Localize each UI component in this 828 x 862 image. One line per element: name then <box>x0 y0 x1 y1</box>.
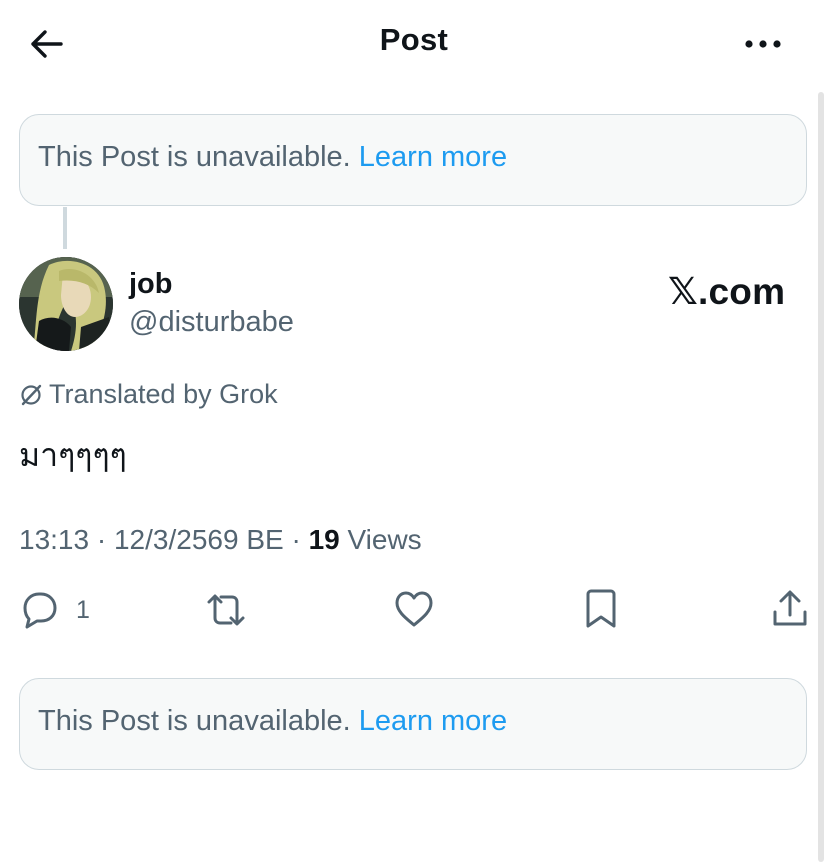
reply-count: 1 <box>76 596 90 624</box>
top-bar: Post <box>0 0 828 90</box>
unavailable-post-notice: This Post is unavailable. Learn more <box>19 678 807 770</box>
notice-text: This Post is unavailable. <box>38 705 351 737</box>
unavailable-post-notice: This Post is unavailable. Learn more <box>19 114 807 206</box>
author-handle[interactable]: @disturbabe <box>129 306 294 339</box>
meta-separator: · <box>96 524 107 555</box>
reply-button[interactable] <box>18 588 60 632</box>
author-display-name[interactable]: job <box>129 268 173 301</box>
repost-icon <box>207 594 245 626</box>
post-meta: 13:13 · 12/3/2569 BE · 19 Views <box>19 524 422 556</box>
notice-text: This Post is unavailable. <box>38 141 351 173</box>
scrollbar[interactable] <box>818 92 824 862</box>
bookmark-button[interactable] <box>583 588 619 632</box>
share-icon <box>773 590 807 626</box>
reply-icon <box>23 592 57 629</box>
x-com-watermark: 𝕏.com <box>668 271 786 312</box>
views-label: Views <box>347 524 422 555</box>
post-text: มาๆๆๆๆ <box>19 437 127 473</box>
more-options-button[interactable] <box>742 30 786 60</box>
translate-slash-icon <box>21 384 42 406</box>
bookmark-icon <box>586 589 616 628</box>
avatar-image <box>19 257 113 351</box>
avatar[interactable] <box>19 257 113 351</box>
meta-separator: · <box>291 524 301 555</box>
post-time[interactable]: 13:13 <box>19 524 89 555</box>
page-title: Post <box>379 22 449 57</box>
like-button[interactable] <box>393 588 435 632</box>
post-date[interactable]: 12/3/2569 BE <box>114 524 284 555</box>
learn-more-link[interactable]: Learn more <box>359 705 507 737</box>
share-button[interactable] <box>770 588 810 632</box>
learn-more-link[interactable]: Learn more <box>359 141 507 173</box>
translation-text: Translated by Grok <box>49 379 278 409</box>
more-horizontal-icon <box>745 40 781 48</box>
thread-connector-line <box>63 207 67 249</box>
translation-label[interactable]: Translated by Grok <box>19 379 278 410</box>
like-icon <box>395 591 433 627</box>
views-count: 19 <box>308 524 340 555</box>
repost-button[interactable] <box>203 588 249 632</box>
